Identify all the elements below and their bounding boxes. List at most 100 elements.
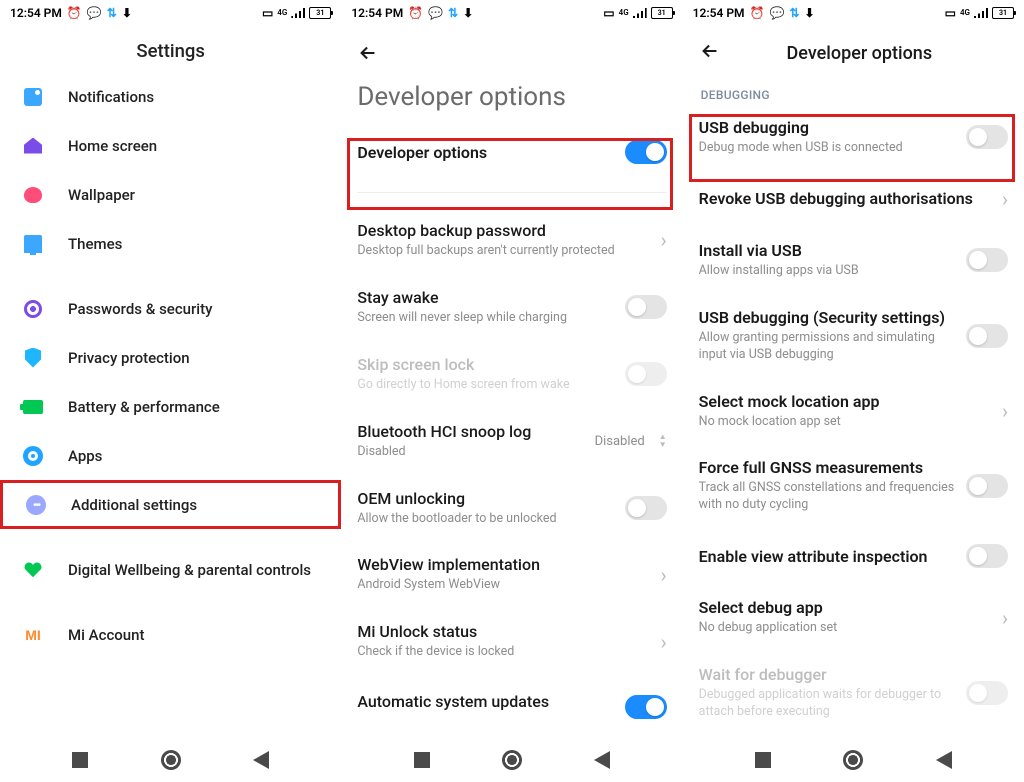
back-button[interactable] (357, 42, 379, 64)
debug-content: Developer options DEBUGGING USB debuggin… (683, 26, 1024, 738)
battery-icon: 31 (651, 7, 673, 19)
row-mock-location[interactable]: Select mock location app No mock locatio… (683, 378, 1024, 445)
settings-row-passwords[interactable]: Passwords & security (0, 284, 341, 333)
dev-options-master-row[interactable]: Developer options (341, 122, 682, 182)
page-title: Developer options (739, 43, 980, 64)
row-subtitle: No mock location app set (699, 414, 992, 431)
row-wait-debugger: Wait for debugger Debugged application w… (683, 651, 1024, 735)
battery-perf-icon (22, 396, 44, 418)
picker-icon: ▲▼ (659, 433, 667, 449)
settings-row-battery[interactable]: Battery & performance (0, 382, 341, 431)
download-icon: ⬇ (122, 7, 132, 19)
row-title: OEM unlocking (357, 489, 614, 508)
settings-row-wallpaper[interactable]: Wallpaper (0, 170, 341, 219)
row-webview[interactable]: WebView implementation Android System We… (341, 541, 682, 608)
settings-row-additional[interactable]: ••• Additional settings (0, 480, 341, 529)
wait-debugger-toggle (966, 681, 1008, 705)
row-title: Revoke USB debugging authorisations (699, 189, 992, 208)
auto-updates-toggle[interactable] (625, 695, 667, 719)
row-view-attr[interactable]: Enable view attribute inspection (683, 528, 1024, 584)
network-4g-icon: 4G (960, 9, 970, 17)
nav-back-icon[interactable] (594, 751, 610, 769)
row-subtitle: Go directly to Home screen from wake (357, 377, 614, 394)
settings-row-apps[interactable]: Apps (0, 431, 341, 480)
nav-recents-icon[interactable] (414, 752, 430, 768)
dev-options-toggle[interactable] (625, 140, 667, 164)
nav-recents-icon[interactable] (755, 752, 771, 768)
row-revoke-usb[interactable]: Revoke USB debugging authorisations › (683, 171, 1024, 227)
row-title: USB debugging (699, 118, 956, 137)
chevron-right-icon: › (661, 228, 667, 252)
row-subtitle: Track all GNSS constellations and freque… (699, 480, 956, 514)
row-subtitle: Android System WebView (357, 577, 650, 594)
oem-unlock-toggle[interactable] (625, 496, 667, 520)
nav-home-icon[interactable] (161, 750, 181, 770)
card-icon: ▭ (945, 7, 956, 19)
install-usb-toggle[interactable] (966, 248, 1008, 272)
row-desktop-backup[interactable]: Desktop backup password Desktop full bac… (341, 207, 682, 274)
dev-content: Developer options Developer options Desk… (341, 26, 682, 738)
row-install-usb[interactable]: Install via USB Allow installing apps vi… (683, 227, 1024, 294)
settings-row-notifications[interactable]: Notifications (0, 72, 341, 121)
row-oem-unlocking[interactable]: OEM unlocking Allow the bootloader to be… (341, 475, 682, 542)
settings-row-label: Home screen (68, 137, 157, 155)
row-skip-screen-lock: Skip screen lock Go directly to Home scr… (341, 341, 682, 408)
network-4g-icon: 4G (277, 9, 287, 17)
row-bt-hci-snoop[interactable]: Bluetooth HCI snoop log Disabled Disable… (341, 408, 682, 475)
download-icon: ⬇ (463, 7, 473, 19)
row-mi-unlock[interactable]: Mi Unlock status Check if the device is … (341, 608, 682, 675)
settings-row-home-screen[interactable]: Home screen (0, 121, 341, 170)
view-attr-toggle[interactable] (966, 544, 1008, 568)
phone-developer-options: 12:54 PM ⏰ 💬 ⇅ ⬇ ▭ 4G 31 Developer optio… (341, 0, 682, 782)
row-title: Desktop backup password (357, 221, 650, 240)
settings-row-label: Apps (68, 447, 102, 465)
chevron-right-icon: › (1002, 399, 1008, 423)
settings-row-mi-account[interactable]: MI Mi Account (0, 610, 341, 659)
nav-recents-icon[interactable] (72, 752, 88, 768)
row-title: Enable view attribute inspection (699, 547, 956, 566)
usb-debugging-toggle[interactable] (966, 125, 1008, 149)
stay-awake-toggle[interactable] (625, 295, 667, 319)
row-title: Mi Unlock status (357, 622, 650, 641)
settings-row-label: Passwords & security (68, 300, 212, 318)
battery-icon: 31 (309, 7, 331, 19)
network-4g-icon: 4G (619, 9, 629, 17)
status-bar: 12:54 PM ⏰ 💬 ⇅ ⬇ ▭ 4G 31 (0, 0, 341, 26)
signal-icon (291, 8, 305, 18)
nav-home-icon[interactable] (502, 750, 522, 770)
nav-back-icon[interactable] (253, 751, 269, 769)
card-icon: ▭ (603, 7, 614, 19)
row-subtitle: Disabled (357, 444, 584, 461)
chat-icon: 💬 (769, 7, 784, 19)
row-auto-updates-peek[interactable]: Automatic system updates (341, 675, 682, 713)
row-subtitle: Allow the bootloader to be unlocked (357, 511, 614, 528)
status-time: 12:54 PM (693, 6, 745, 20)
settings-content: Settings Notifications Home screen Wallp… (0, 26, 341, 738)
page-title: Settings (0, 26, 341, 72)
row-gnss[interactable]: Force full GNSS measurements Track all G… (683, 444, 1024, 528)
usb-security-toggle[interactable] (966, 324, 1008, 348)
row-subtitle: No debug application set (699, 620, 992, 637)
settings-row-label: Additional settings (71, 496, 197, 514)
settings-row-themes[interactable]: Themes (0, 219, 341, 268)
row-usb-debugging[interactable]: USB debugging Debug mode when USB is con… (683, 104, 1024, 171)
row-subtitle: Debug mode when USB is connected (699, 140, 956, 157)
row-usb-security[interactable]: USB debugging (Security settings) Allow … (683, 294, 1024, 378)
back-button[interactable] (699, 40, 721, 66)
skip-lock-toggle (625, 362, 667, 386)
nav-bar (341, 738, 682, 782)
gnss-toggle[interactable] (966, 474, 1008, 498)
phone-settings: 12:54 PM ⏰ 💬 ⇅ ⬇ ▭ 4G 31 Settings Notifi… (0, 0, 341, 782)
row-title: Developer options (357, 143, 614, 162)
row-title: Skip screen lock (357, 355, 614, 374)
settings-row-privacy[interactable]: Privacy protection (0, 333, 341, 382)
home-icon (22, 135, 44, 157)
row-stay-awake[interactable]: Stay awake Screen will never sleep while… (341, 274, 682, 341)
nav-back-icon[interactable] (936, 751, 952, 769)
settings-row-wellbeing[interactable]: Digital Wellbeing & parental controls (0, 545, 341, 594)
row-select-debug-app[interactable]: Select debug app No debug application se… (683, 584, 1024, 651)
settings-row-label: Battery & performance (68, 398, 220, 416)
gear-icon (22, 445, 44, 467)
chevron-right-icon: › (1002, 606, 1008, 630)
nav-home-icon[interactable] (843, 750, 863, 770)
